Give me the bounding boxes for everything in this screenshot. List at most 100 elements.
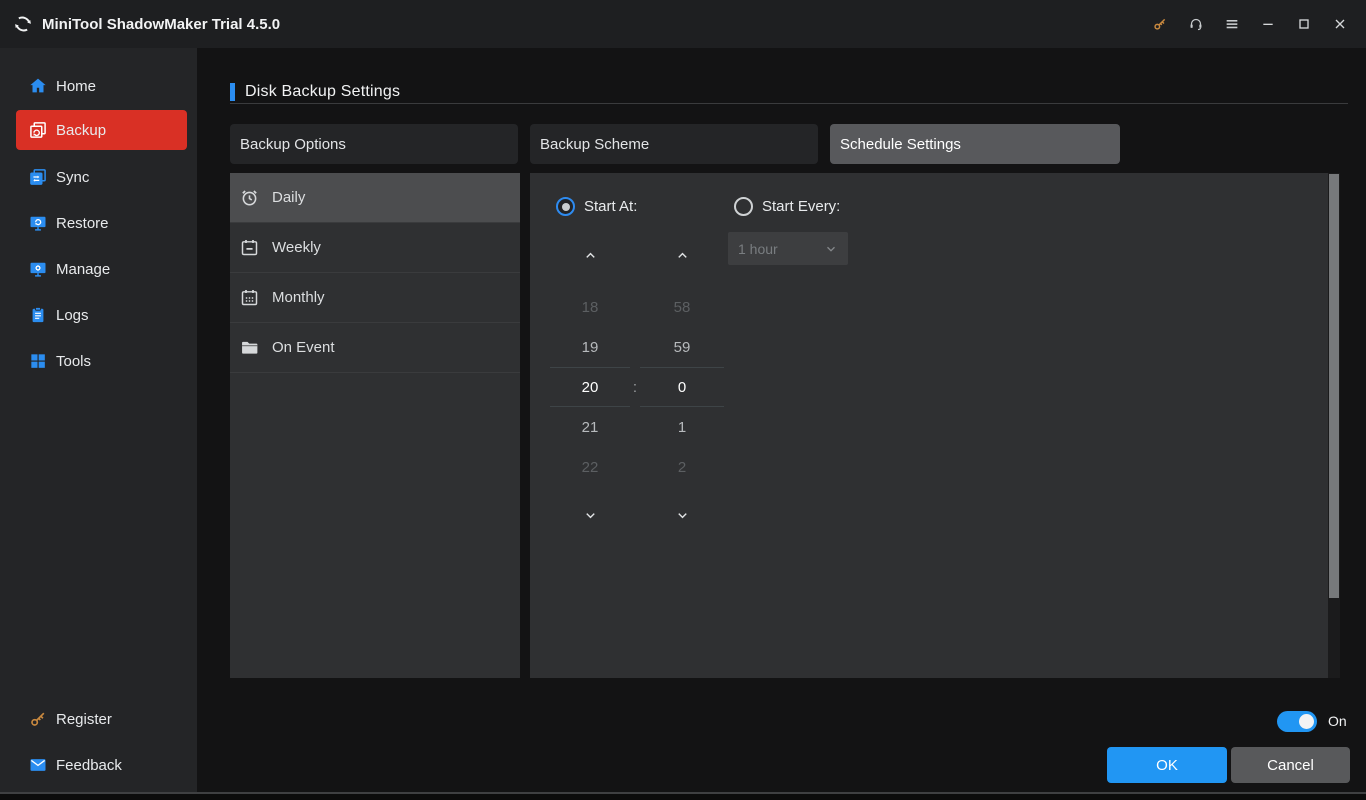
sidebar-item-register[interactable]: Register [16,699,187,739]
tab-backup-scheme[interactable]: Backup Scheme [530,124,818,164]
schedule-type-label: Monthly [272,289,325,306]
tab-schedule-settings[interactable]: Schedule Settings [830,124,1120,164]
logs-icon [28,305,48,325]
cancel-button[interactable]: Cancel [1231,747,1350,783]
minute-option[interactable]: 59 [640,327,724,367]
time-row: 22 2 [550,447,730,487]
sidebar-item-label: Sync [56,168,90,186]
minute-option[interactable]: 58 [640,287,724,327]
time-row: 21 1 [550,407,730,447]
time-picker-values: 18 58 19 59 20 : 0 21 1 22 2 [550,287,730,487]
register-key-icon [28,709,48,729]
window-bottom-edge [0,792,1366,800]
feedback-mail-icon [28,755,48,775]
calendar-week-icon [238,237,260,259]
title-accent-bar [230,83,235,101]
start-every-radio[interactable] [734,197,753,216]
time-row-selected: 20 : 0 [550,367,730,407]
sidebar-item-tools[interactable]: Tools [16,341,187,381]
start-at-radio[interactable] [556,197,575,216]
titlebar-buttons [1142,0,1358,48]
tab-label: Schedule Settings [840,135,961,153]
schedule-type-label: Daily [272,189,306,206]
selected-hour[interactable]: 20 [550,367,630,407]
alarm-clock-icon [238,187,260,209]
toggle-knob [1299,714,1314,729]
sidebar-item-feedback[interactable]: Feedback [16,745,187,785]
maximize-icon[interactable] [1286,0,1322,48]
sidebar-item-restore[interactable]: Restore [16,203,187,243]
time-picker-down-controls [550,503,730,527]
minute-up-button[interactable] [640,243,724,267]
toggle-state-label: On [1328,713,1347,729]
window-title: MiniTool ShadowMaker Trial 4.5.0 [42,15,281,33]
sidebar-item-label: Restore [56,214,109,232]
sidebar-item-label: Home [56,77,97,95]
tab-label: Backup Options [240,135,346,153]
titlebar: MiniTool ShadowMaker Trial 4.5.0 [0,0,1366,48]
start-at-radio-group[interactable]: Start At: [556,197,637,216]
hour-option[interactable]: 18 [550,287,630,327]
sidebar-item-label: Backup [56,121,107,139]
restore-icon [28,213,48,233]
sync-icon [28,167,48,187]
sidebar-item-label: Register [56,710,112,728]
hour-down-button[interactable] [550,503,630,527]
schedule-toggle[interactable] [1277,711,1317,732]
schedule-type-daily[interactable]: Daily [230,173,520,223]
time-picker-up-controls [550,243,730,267]
hour-option[interactable]: 22 [550,447,630,487]
folder-icon [238,337,260,359]
menu-icon[interactable] [1214,0,1250,48]
schedule-type-panel: Daily Weekly Monthly On Event [230,173,520,678]
manage-icon [28,259,48,279]
sidebar-item-manage[interactable]: Manage [16,249,187,289]
start-every-radio-group[interactable]: Start Every: [734,197,840,216]
sidebar-item-home[interactable]: Home [16,66,187,106]
hour-option[interactable]: 19 [550,327,630,367]
minute-option[interactable]: 2 [640,447,724,487]
minimize-icon[interactable] [1250,0,1286,48]
close-icon[interactable] [1322,0,1358,48]
chevron-up-icon [677,252,687,258]
hour-up-button[interactable] [550,243,630,267]
page-header: Disk Backup Settings [230,80,400,104]
time-picker: 18 58 19 59 20 : 0 21 1 22 2 [550,243,730,527]
interval-value: 1 hour [738,240,778,257]
sidebar-item-label: Manage [56,260,111,278]
sidebar-item-label: Tools [56,352,92,370]
ok-button[interactable]: OK [1107,747,1227,783]
schedule-type-weekly[interactable]: Weekly [230,223,520,273]
interval-dropdown[interactable]: 1 hour [728,232,848,265]
sidebar-item-backup[interactable]: Backup [16,110,187,150]
schedule-settings-panel: Start At: Start Every: 1 hour 18 58 19 5… [530,173,1328,678]
home-icon [28,76,48,96]
sidebar: Home Backup Sync Restore Manage Logs Too… [0,48,197,793]
backup-icon [28,120,48,140]
time-row: 19 59 [550,327,730,367]
tab-label: Backup Scheme [540,135,650,153]
minute-option[interactable]: 1 [640,407,724,447]
start-at-label: Start At: [584,198,638,215]
hour-option[interactable]: 21 [550,407,630,447]
time-separator: : [632,378,638,396]
sidebar-item-logs[interactable]: Logs [16,295,187,335]
sidebar-item-label: Feedback [56,756,122,774]
app-window: MiniTool ShadowMaker Trial 4.5.0 Home Ba… [0,0,1366,800]
support-headset-icon[interactable] [1178,0,1214,48]
calendar-month-icon [238,287,260,309]
schedule-type-monthly[interactable]: Monthly [230,273,520,323]
sidebar-item-sync[interactable]: Sync [16,157,187,197]
chevron-up-icon [585,252,595,258]
header-divider [230,103,1348,104]
selected-minute[interactable]: 0 [640,367,724,407]
scrollbar-thumb[interactable] [1329,174,1339,598]
chevron-down-icon [585,512,595,518]
schedule-type-label: Weekly [272,239,321,256]
schedule-type-on-event[interactable]: On Event [230,323,520,373]
license-key-icon[interactable] [1142,0,1178,48]
tab-backup-options[interactable]: Backup Options [230,124,518,164]
minute-down-button[interactable] [640,503,724,527]
scrollbar-track [1328,173,1340,678]
sidebar-item-label: Logs [56,306,89,324]
